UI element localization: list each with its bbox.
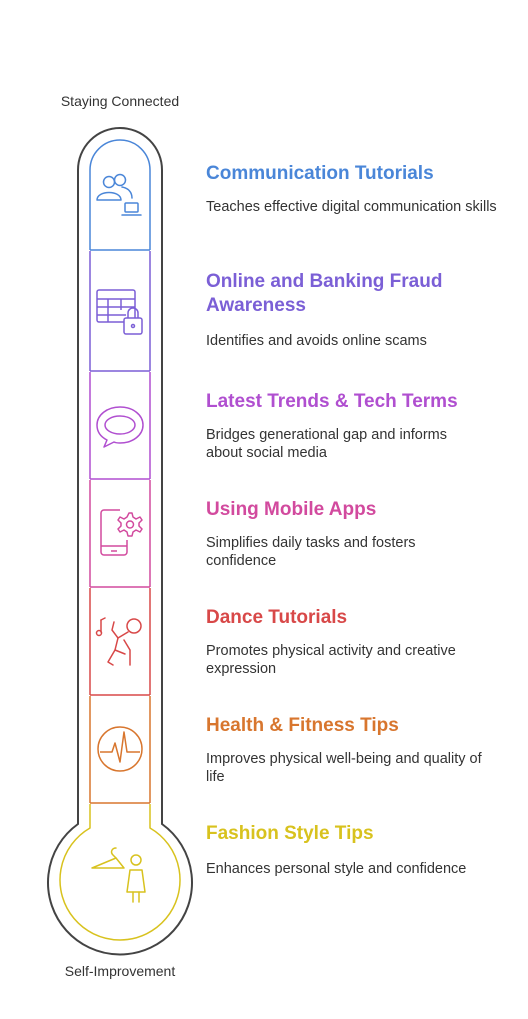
thermometer-diagram xyxy=(47,127,193,956)
item-title: Dance Tutorials xyxy=(206,607,348,628)
item-title: Using Mobile Apps xyxy=(206,499,377,520)
thermometer-outline xyxy=(47,127,193,956)
item-latest-trends: Latest Trends & Tech Terms Bridges gener… xyxy=(206,390,506,462)
item-mobile-apps: Using Mobile Apps Simplifies daily tasks… xyxy=(206,498,506,570)
phone-gear-icon xyxy=(100,509,143,556)
segment-mobile-apps xyxy=(89,480,151,587)
hanger-person-icon xyxy=(91,847,146,903)
segment-trends xyxy=(89,372,151,479)
dancer-icon xyxy=(95,617,142,666)
segment-fraud xyxy=(89,251,151,371)
item-dance-tutorials: Dance Tutorials Promotes physical activi… xyxy=(206,606,506,678)
item-description: Bridges generational gap and informs abo… xyxy=(206,427,448,461)
segment-dance xyxy=(89,588,151,695)
item-description: Teaches effective digital communication … xyxy=(206,199,497,215)
speech-bubble-icon xyxy=(96,406,144,448)
item-communication-tutorials: Communication Tutorials Teaches effectiv… xyxy=(206,162,506,216)
item-description: Enhances personal style and confidence xyxy=(206,861,467,877)
item-description: Identifies and avoids online scams xyxy=(206,333,427,349)
heartbeat-icon xyxy=(97,726,143,772)
item-fashion-style: Fashion Style Tips Enhances personal sty… xyxy=(206,822,506,878)
item-title: Communication Tutorials xyxy=(206,163,434,184)
bottom-label: Self-Improvement xyxy=(64,963,176,979)
item-description: Promotes physical activity and creative … xyxy=(206,643,456,677)
item-fraud-awareness: Online and Banking Fraud Awareness Ident… xyxy=(206,270,506,350)
segment-fitness xyxy=(89,696,151,803)
item-title: Latest Trends & Tech Terms xyxy=(206,391,458,412)
item-title: Health & Fitness Tips xyxy=(206,715,399,736)
item-title: Online and Banking Fraud Awareness xyxy=(206,271,443,316)
item-description: Improves physical well-being and quality… xyxy=(206,751,482,785)
table-lock-icon xyxy=(96,289,143,335)
users-laptop-icon xyxy=(96,173,142,216)
item-health-fitness: Health & Fitness Tips Improves physical … xyxy=(206,714,506,786)
item-description: Simplifies daily tasks and fosters confi… xyxy=(206,535,416,569)
item-title: Fashion Style Tips xyxy=(206,823,374,844)
